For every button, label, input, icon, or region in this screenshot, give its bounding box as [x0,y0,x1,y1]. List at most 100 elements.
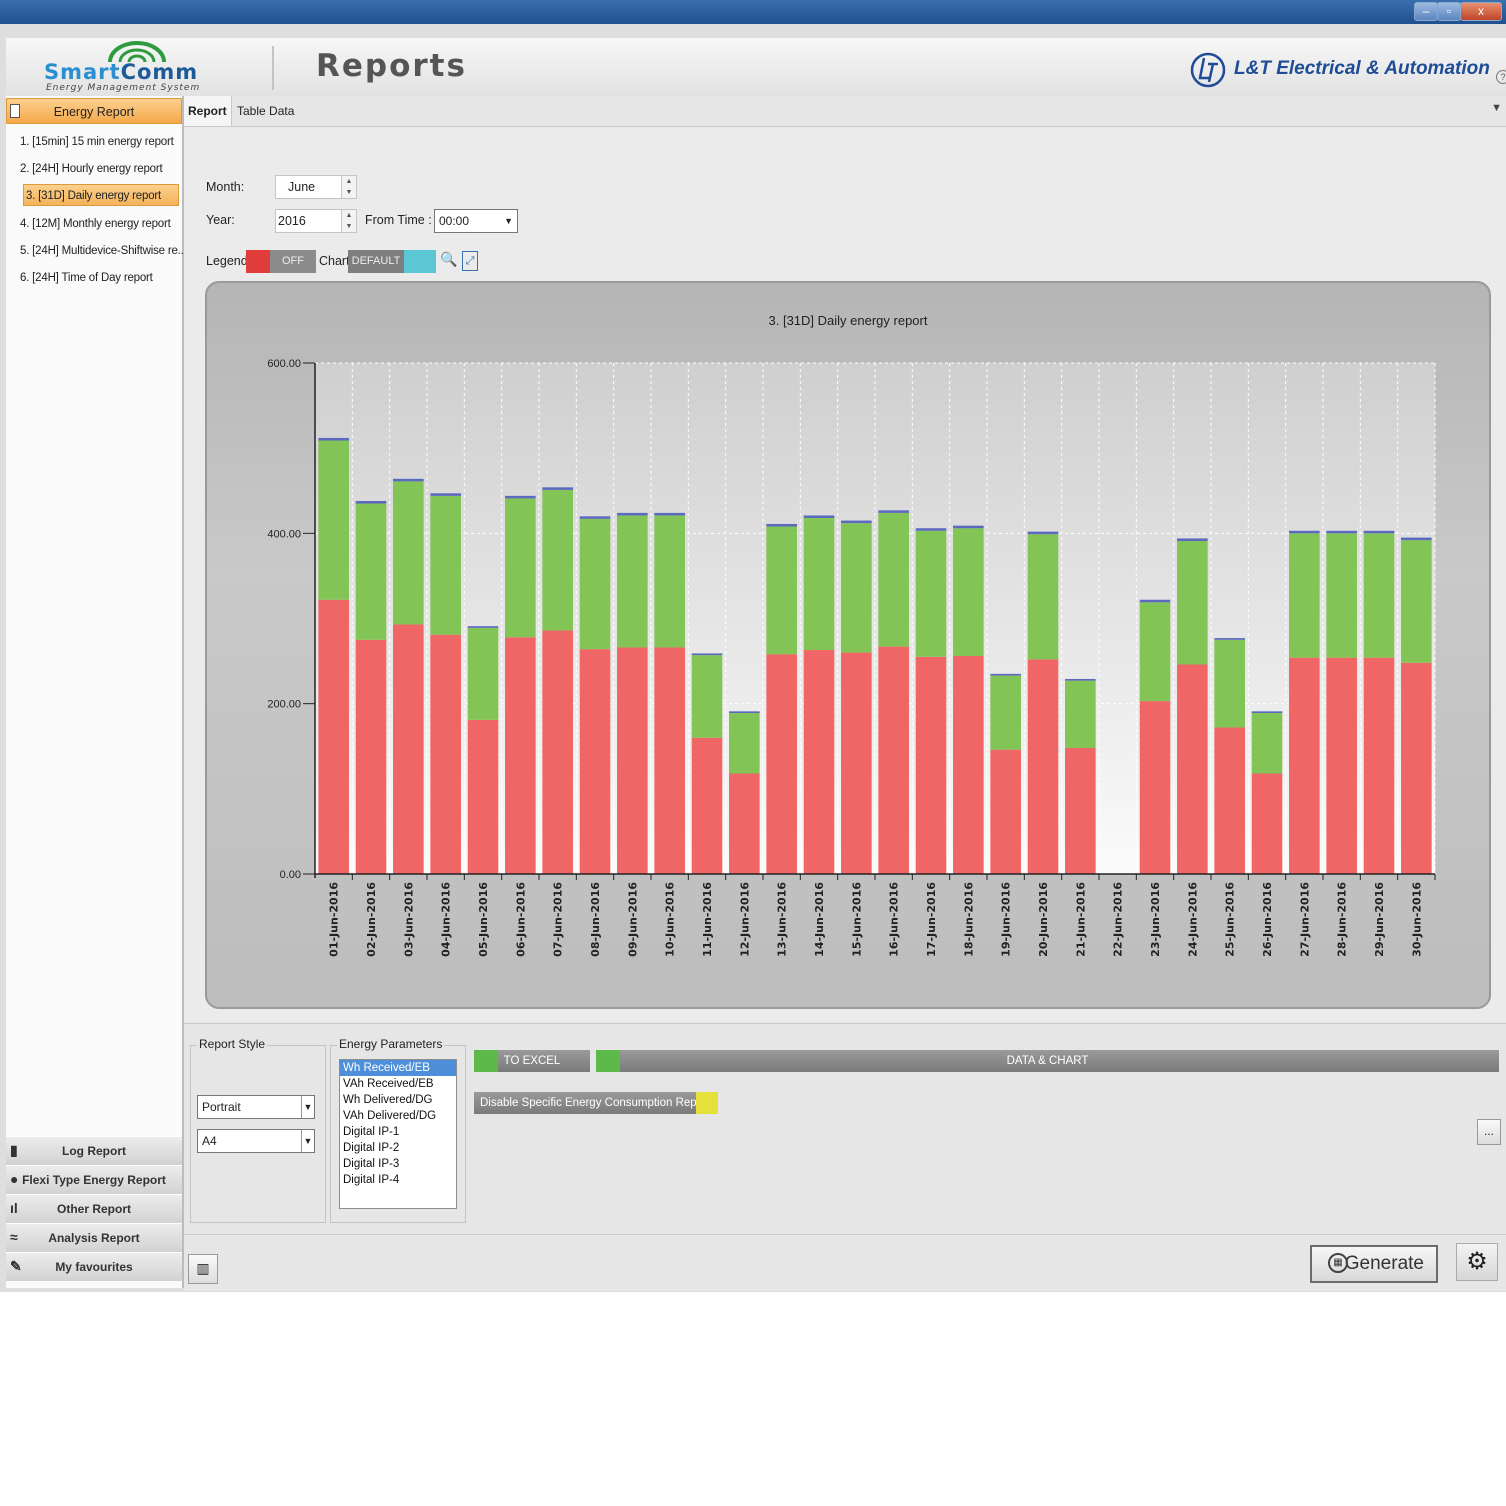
bar-segment-3 [355,500,387,504]
sidebar-section-energy-report[interactable]: Energy Report [6,98,182,124]
bar-segment-3 [1251,711,1283,714]
list-item[interactable]: Wh Delivered/DG [340,1092,456,1108]
list-item[interactable]: VAh Received/EB [340,1076,456,1092]
sidebar-bottom-label: My favourites [55,1260,133,1274]
restore-button[interactable]: ▫ [1437,2,1461,21]
x-tick-label: 05-Jun-2016 [477,882,490,957]
chevron-down-icon: ▼ [301,1096,314,1118]
sidebar-item-hourly[interactable]: 2. [24H] Hourly energy report [20,158,163,180]
year-spinner[interactable]: 2016 ▲ ▼ [275,209,357,233]
bar-segment-3 [1065,678,1096,681]
sidebar-bottom-label: Analysis Report [48,1231,140,1245]
minimize-button[interactable]: – [1414,2,1438,21]
bar-segment-2 [467,627,499,720]
app-header: SmartComm Energy Management System Repor… [6,38,1506,96]
bar-segment-2 [841,523,872,653]
close-button[interactable]: x [1460,2,1502,21]
bar-segment-2 [915,530,947,657]
bar-segment-1 [393,624,424,874]
bar-segment-3 [579,516,611,519]
report-icon [10,104,20,118]
legend-toggle-indicator[interactable] [246,250,270,273]
bar-segment-2 [393,481,424,625]
sidebar-item-15min[interactable]: 1. [15min] 15 min energy report [20,131,174,153]
x-tick-label: 07-Jun-2016 [552,882,565,957]
legend-label: Legend [206,254,248,268]
bar-segment-1 [1401,662,1432,874]
chart-toggle-indicator[interactable] [404,250,436,273]
zoom-icon[interactable]: 🔍 [440,251,457,268]
data-chart-button[interactable]: DATA & CHART [596,1050,1499,1072]
x-tick-label: 06-Jun-2016 [514,882,527,957]
data-chart-toggle-indicator [596,1050,620,1072]
list-item[interactable]: Digital IP-4 [340,1172,456,1188]
bar-segment-2 [953,528,984,656]
list-item[interactable]: Digital IP-2 [340,1140,456,1156]
sidebar-favourites[interactable]: ✎ My favourites [6,1252,182,1281]
generate-button[interactable]: ▦ Generate [1310,1245,1438,1283]
bar-segment-3 [1401,537,1432,541]
chart-view-icon[interactable]: ▥ [188,1254,218,1284]
list-item[interactable]: VAh Delivered/DG [340,1108,456,1124]
y-tick-label: 200.00 [267,699,301,711]
orientation-value: Portrait [202,1100,241,1114]
list-item[interactable]: Digital IP-1 [340,1124,456,1140]
fullscreen-icon[interactable]: ⤢ [462,251,478,271]
spinner-arrows-icon[interactable]: ▲ ▼ [341,176,356,198]
sidebar-log-report[interactable]: ▮ Log Report [6,1136,182,1165]
sidebar-bottom-label: Log Report [62,1144,126,1158]
from-time-label: From Time : [365,213,432,227]
x-tick-label: 12-Jun-2016 [738,882,751,957]
paper-size-value: A4 [202,1134,217,1148]
sidebar-item-multidevice[interactable]: 5. [24H] Multidevice-Shiftwise re... [20,240,187,262]
sidebar-item-monthly[interactable]: 4. [12M] Monthly energy report [20,213,171,235]
sidebar-item-daily[interactable]: 3. [31D] Daily energy report [23,184,179,206]
disable-specific-energy-toggle[interactable]: Disable Specific Energy Consumption Repo… [474,1092,718,1114]
bar-segment-3 [1363,530,1395,534]
sidebar-analysis-report[interactable]: ≈ Analysis Report [6,1223,182,1252]
bar-segment-1 [1326,657,1357,874]
orientation-select[interactable]: Portrait ▼ [197,1095,315,1119]
report-style-group: Report Style Portrait ▼ A4 ▼ [190,1037,326,1223]
bar-segment-1 [542,630,573,874]
sidebar-section-title: Energy Report [53,105,135,119]
x-tick-label: 15-Jun-2016 [850,882,863,957]
legend-toggle[interactable]: OFF [270,250,316,273]
sidebar-flexi-report[interactable]: ● Flexi Type Energy Report [6,1165,182,1194]
sidebar-item-time-of-day[interactable]: 6. [24H] Time of Day report [20,267,153,289]
month-label: Month: [206,180,245,194]
month-spinner[interactable]: June ▲ ▼ [275,175,357,199]
x-tick-label: 01-Jun-2016 [328,882,341,957]
list-item[interactable]: Digital IP-3 [340,1156,456,1172]
help-icon[interactable]: ? [1496,70,1506,84]
bar-segment-3 [430,493,461,496]
list-item[interactable]: Wh Received/EB [340,1060,456,1076]
spinner-arrows-icon[interactable]: ▲ ▼ [341,210,356,232]
sidebar: Energy Report 1. [15min] 15 min energy r… [6,96,187,1288]
y-tick-label: 600.00 [267,358,301,370]
more-options-button[interactable]: ... [1477,1119,1501,1145]
chart-toggle[interactable]: DEFAULT [348,250,404,273]
bar-segment-3 [1027,531,1059,535]
year-label: Year: [206,213,235,227]
x-tick-label: 18-Jun-2016 [962,882,975,957]
settings-gear-icon[interactable]: ⚙ [1456,1243,1498,1281]
chevron-down-icon: ▼ [504,216,513,226]
bar-segment-3 [542,487,573,490]
sidebar-other-report[interactable]: ıl Other Report [6,1194,182,1223]
report-style-title: Report Style [197,1037,268,1051]
bar-segment-1 [430,634,461,874]
tab-table-data[interactable]: Table Data [233,96,298,126]
paper-size-select[interactable]: A4 ▼ [197,1129,315,1153]
bar-segment-1 [729,773,760,874]
tabs-dropdown-icon[interactable]: ▼ [1491,102,1502,114]
energy-parameters-list[interactable]: Wh Received/EB VAh Received/EB Wh Delive… [339,1059,457,1209]
tab-report[interactable]: Report [184,96,232,126]
bar-segment-2 [878,512,909,647]
bar-segment-2 [1139,602,1171,702]
bar-segment-1 [841,652,872,874]
from-time-select[interactable]: 00:00 ▼ [434,209,518,233]
app-window: – ▫ x SmartComm Energy Management System… [0,0,1506,1292]
y-tick-label: 400.00 [267,528,301,540]
to-excel-button[interactable]: TO EXCEL [474,1050,590,1072]
